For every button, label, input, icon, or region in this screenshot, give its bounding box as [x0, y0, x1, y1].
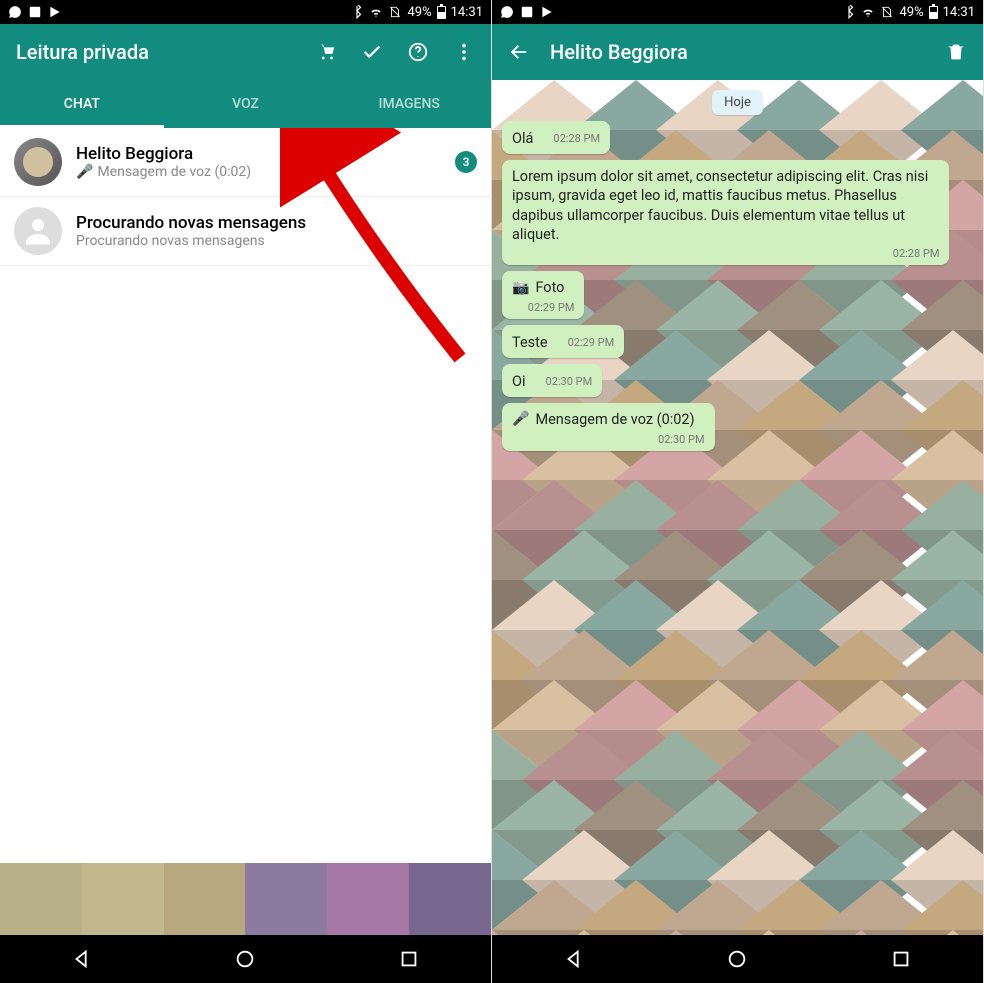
clock: 14:31: [451, 5, 483, 20]
mic-icon: 🎤: [76, 164, 93, 180]
unread-badge: 3: [455, 151, 477, 173]
message-text: Teste: [512, 334, 548, 351]
status-bar: 49% 14:31: [492, 0, 983, 24]
nav-recent-icon[interactable]: [398, 948, 420, 970]
nav-recent-icon[interactable]: [890, 948, 912, 970]
chat-preview: Procurando novas mensagens: [76, 233, 477, 249]
message-bubble[interactable]: Olá 02:28 PM: [502, 121, 610, 154]
more-icon[interactable]: [453, 41, 475, 63]
back-icon[interactable]: [508, 41, 530, 63]
tabs: CHAT VOZ IMAGENS: [0, 80, 491, 128]
image-status-icon: [520, 5, 534, 19]
message-time: 02:28 PM: [512, 247, 939, 260]
chat-body[interactable]: Hoje Olá 02:28 PM Lorem ipsum dolor sit …: [492, 80, 983, 935]
message-time: 02:29 PM: [568, 336, 615, 349]
chat-preview: 🎤 Mensagem de voz (0:02): [76, 164, 455, 180]
nav-home-icon[interactable]: [726, 948, 748, 970]
chat-item[interactable]: Procurando novas mensagens Procurando no…: [0, 197, 491, 266]
tab-chat[interactable]: CHAT: [0, 80, 164, 128]
tab-imagens[interactable]: IMAGENS: [327, 80, 491, 128]
nav-back-icon[interactable]: [563, 948, 585, 970]
chat-detail-screen: 49% 14:31 Helito Beggiora Hoje Olá 02:28…: [492, 0, 984, 983]
avatar[interactable]: [14, 138, 62, 186]
help-icon[interactable]: [407, 41, 429, 63]
message-text: Foto: [535, 278, 564, 298]
app-bar: Leitura privada: [0, 24, 491, 80]
whatsapp-status-icon: [8, 5, 22, 19]
chat-item[interactable]: Helito Beggiora 🎤 Mensagem de voz (0:02)…: [0, 128, 491, 197]
check-icon[interactable]: [361, 41, 383, 63]
play-status-icon: [48, 5, 62, 19]
mic-icon: 🎤: [512, 411, 529, 427]
message-time: 02:28 PM: [553, 132, 600, 145]
date-header: Hoje: [712, 90, 763, 115]
message-bubble[interactable]: 🎤 Mensagem de voz (0:02) 02:30 PM: [502, 403, 715, 452]
chat-list-screen: 49% 14:31 Leitura privada CHAT VOZ IMAGE…: [0, 0, 492, 983]
cart-icon[interactable]: [315, 41, 337, 63]
camera-icon: 📷: [512, 280, 529, 296]
message-bubble[interactable]: 📷 Foto 02:29 PM: [502, 271, 584, 320]
nav-home-icon[interactable]: [234, 948, 256, 970]
play-status-icon: [540, 5, 554, 19]
no-sim-icon: [388, 5, 402, 19]
chat-title[interactable]: Helito Beggiora: [550, 40, 688, 64]
status-bar: 49% 14:31: [0, 0, 491, 24]
message-text: Olá: [512, 130, 533, 147]
nav-back-icon[interactable]: [71, 948, 93, 970]
chat-name: Helito Beggiora: [76, 144, 455, 164]
message-bubble[interactable]: Lorem ipsum dolor sit amet, consectetur …: [502, 160, 949, 265]
message-time: 02:30 PM: [546, 375, 593, 388]
clock: 14:31: [943, 5, 975, 20]
navigation-bar: [0, 935, 491, 983]
bluetooth-icon: [842, 5, 856, 19]
messages: Hoje Olá 02:28 PM Lorem ipsum dolor sit …: [492, 80, 983, 461]
message-text: Mensagem de voz (0:02): [535, 410, 694, 430]
message-text: Lorem ipsum dolor sit amet, consectetur …: [512, 167, 939, 245]
battery-icon: [437, 6, 446, 19]
app-title: Leitura privada: [16, 40, 149, 64]
delete-icon[interactable]: [945, 41, 967, 63]
wifi-icon: [369, 5, 383, 19]
avatar-placeholder[interactable]: [14, 207, 62, 255]
message-bubble[interactable]: Teste 02:29 PM: [502, 325, 624, 358]
image-status-icon: [28, 5, 42, 19]
bluetooth-icon: [350, 5, 364, 19]
chat-name: Procurando novas mensagens: [76, 213, 477, 233]
app-bar: Helito Beggiora: [492, 24, 983, 80]
message-time: 02:29 PM: [528, 301, 575, 314]
ad-banner[interactable]: [0, 863, 491, 935]
chat-list: Helito Beggiora 🎤 Mensagem de voz (0:02)…: [0, 128, 491, 863]
battery-percent: 49%: [899, 5, 923, 20]
whatsapp-status-icon: [500, 5, 514, 19]
battery-icon: [929, 6, 938, 19]
tab-voz[interactable]: VOZ: [164, 80, 328, 128]
message-text: Oi: [512, 373, 526, 390]
no-sim-icon: [880, 5, 894, 19]
battery-percent: 49%: [407, 5, 431, 20]
message-bubble[interactable]: Oi 02:30 PM: [502, 364, 602, 397]
navigation-bar: [492, 935, 983, 983]
wifi-icon: [861, 5, 875, 19]
message-time: 02:30 PM: [658, 433, 705, 446]
